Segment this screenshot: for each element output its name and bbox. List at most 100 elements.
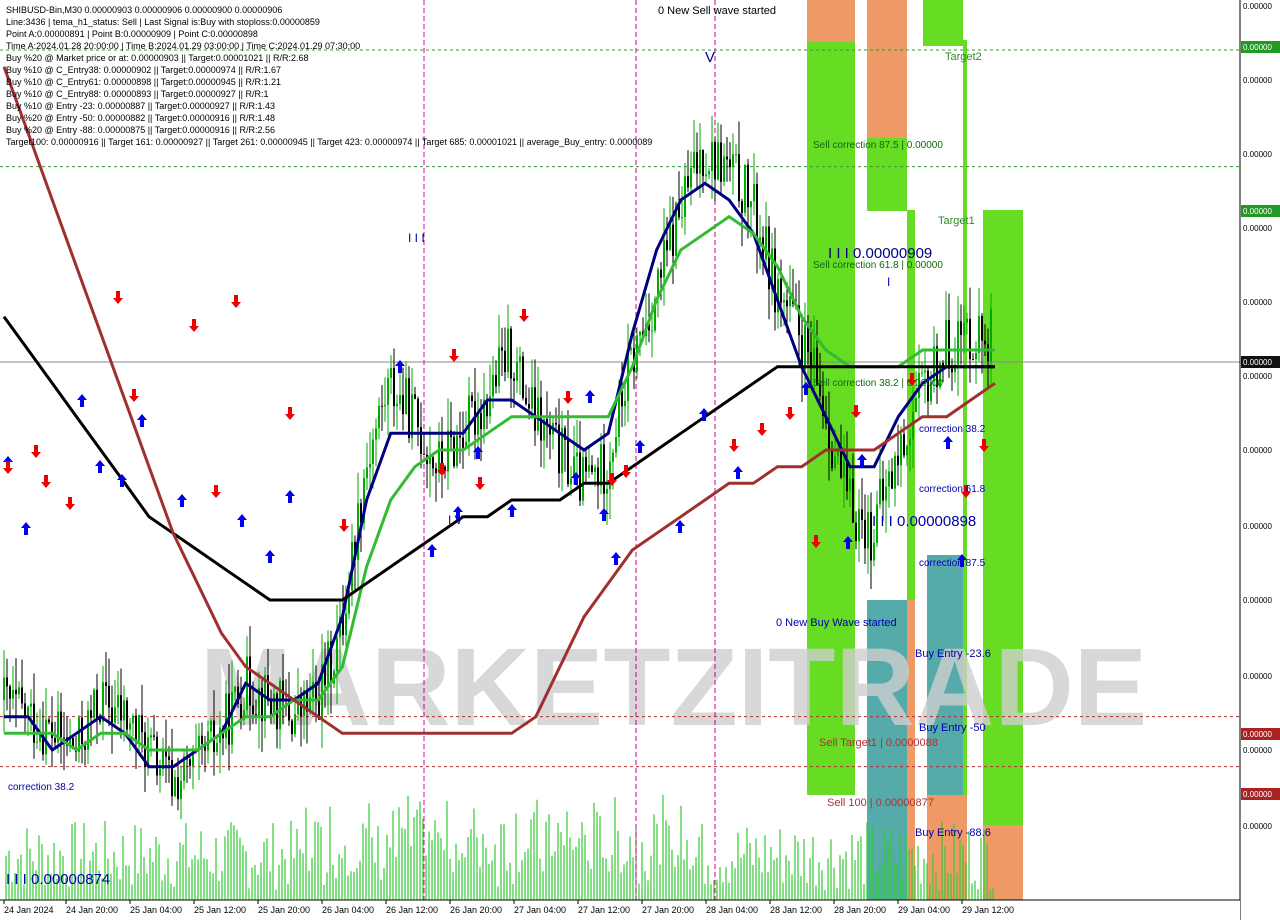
candle-body — [15, 689, 17, 695]
sell-arrow-icon — [285, 407, 295, 420]
zone-rect — [807, 0, 855, 42]
buy-arrow-icon — [611, 552, 621, 565]
candle-body — [402, 395, 404, 415]
candle-body — [420, 427, 422, 454]
candle-body — [909, 439, 911, 446]
candle-body — [630, 348, 632, 351]
price-axis-label: 0.00000 — [1243, 672, 1272, 681]
time-axis-label: 28 Jan 20:00 — [834, 905, 886, 915]
candle-body — [663, 240, 665, 278]
candle-body — [216, 742, 218, 752]
time-axis-label: 29 Jan 04:00 — [898, 905, 950, 915]
candle-body — [975, 352, 977, 360]
candle-body — [696, 152, 698, 174]
candle-body — [405, 378, 407, 415]
candle-body — [150, 735, 152, 738]
candle-body — [915, 397, 917, 413]
sell-arrow-icon — [41, 475, 51, 488]
candle-body — [690, 168, 692, 188]
candle-body — [111, 707, 113, 723]
candle-body — [375, 428, 377, 440]
candle-body — [159, 768, 161, 776]
candle-body — [45, 719, 47, 755]
candle-body — [522, 356, 524, 399]
candle-body — [387, 377, 389, 405]
sell-arrow-icon — [785, 407, 795, 420]
candle-body — [843, 461, 845, 478]
annotation-label: I I I — [408, 231, 425, 245]
candle-body — [855, 522, 857, 542]
candle-body — [384, 404, 386, 407]
candle-body — [711, 141, 713, 172]
volume-layer — [5, 794, 994, 900]
candle-body — [585, 457, 587, 472]
buy-arrow-icon — [21, 522, 31, 535]
price-axis-label: 0.00000 — [1243, 298, 1272, 307]
buy-arrow-icon — [265, 550, 275, 563]
candle-body — [660, 269, 662, 278]
buy-arrow-icon — [285, 490, 295, 503]
candle-body — [963, 322, 965, 335]
candle-body — [294, 714, 296, 735]
time-axis-label: 25 Jan 12:00 — [194, 905, 246, 915]
annotation-label: Buy Entry -23.6 — [915, 648, 991, 660]
candle-body — [990, 308, 992, 362]
annotation-label: correction 87.5 — [919, 558, 986, 569]
candle-body — [138, 715, 140, 741]
candle-body — [639, 331, 641, 336]
candle-body — [168, 756, 170, 761]
candle-body — [441, 441, 443, 467]
candle-body — [624, 400, 626, 407]
candle-body — [435, 468, 437, 474]
candle-body — [54, 738, 56, 743]
candle-body — [270, 700, 272, 715]
candle-body — [21, 687, 23, 704]
candle-body — [234, 686, 236, 693]
buy-arrow-icon — [427, 544, 437, 557]
info-line: Buy %10 @ C_Entry38: 0.00000902 || Targe… — [6, 65, 282, 75]
candle-body — [327, 641, 329, 686]
candle-body — [108, 685, 110, 708]
candle-body — [12, 689, 14, 699]
candle-body — [141, 715, 143, 733]
candle-body — [615, 437, 617, 453]
candle-body — [210, 720, 212, 732]
candle-body — [531, 387, 533, 409]
candle-body — [231, 692, 233, 745]
candle-body — [153, 735, 155, 737]
annotation-label: Target1 — [938, 215, 975, 227]
buy-arrow-icon — [585, 390, 595, 403]
buy-arrow-icon — [237, 514, 247, 527]
candle-body — [414, 394, 416, 399]
candle-body — [744, 164, 746, 213]
candle-body — [120, 695, 122, 721]
info-line: Buy %10 @ C_Entry61: 0.00000898 || Targe… — [6, 77, 282, 87]
candle-body — [600, 444, 602, 486]
sell-arrow-icon — [31, 445, 41, 458]
sell-arrow-icon — [563, 391, 573, 404]
candle-body — [462, 437, 464, 448]
sell-arrow-icon — [475, 477, 485, 490]
candle-body — [978, 315, 980, 353]
candle-body — [102, 682, 104, 722]
candle-body — [834, 456, 836, 468]
buy-arrow-icon — [507, 504, 517, 517]
sell-arrow-icon — [189, 319, 199, 332]
candle-body — [783, 300, 785, 303]
candle-body — [495, 375, 497, 387]
candle-body — [282, 680, 284, 699]
candle-body — [708, 171, 710, 175]
candle-body — [969, 318, 971, 360]
time-axis-label: 26 Jan 04:00 — [322, 905, 374, 915]
candle-body — [60, 711, 62, 738]
buy-arrow-icon — [177, 494, 187, 507]
candle-body — [123, 700, 125, 721]
candle-body — [174, 777, 176, 797]
candle-body — [18, 687, 20, 695]
annotation-label: Sell Target1 | 0.0000088 — [819, 737, 938, 749]
candle-body — [291, 720, 293, 735]
candle-body — [861, 509, 863, 520]
candle-body — [504, 350, 506, 373]
candle-body — [582, 457, 584, 501]
candle-body — [765, 226, 767, 260]
